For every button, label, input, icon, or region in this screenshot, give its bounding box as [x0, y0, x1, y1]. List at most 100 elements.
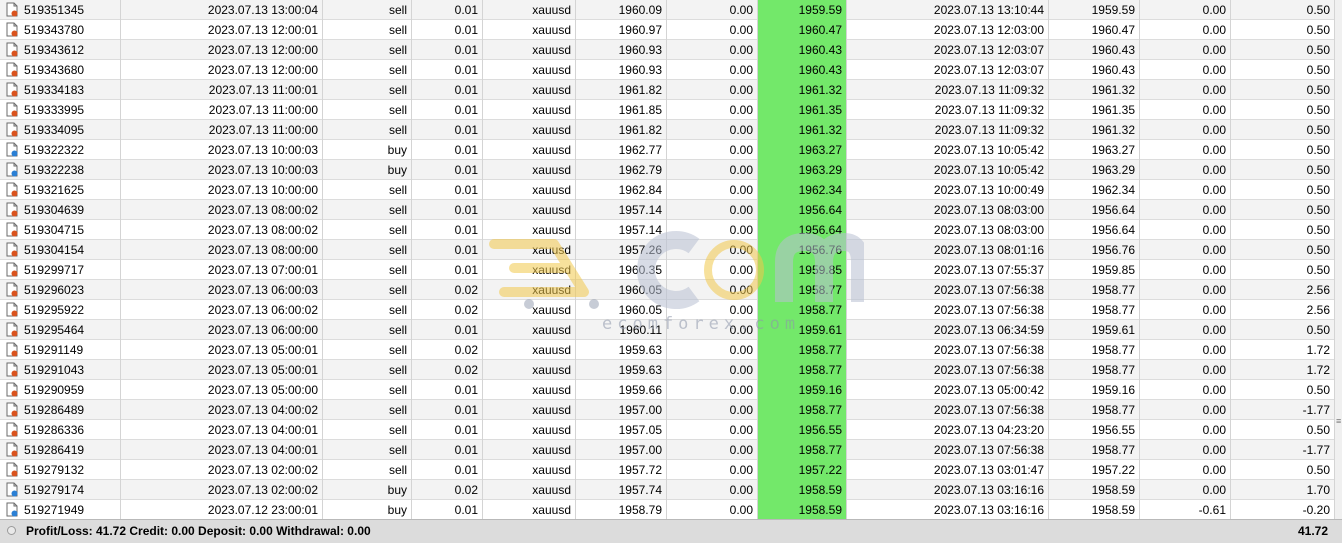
profit-cell: 0.50 — [1306, 243, 1330, 257]
swap-cell: 0.00 — [1140, 240, 1231, 260]
open-price-cell: 1957.00 — [576, 440, 667, 460]
table-row[interactable]: 519343612 2023.07.13 12:00:00 sell 0.01 xauu… — [0, 40, 1342, 60]
open-price-cell: 1957.05 — [576, 420, 667, 440]
size-cell: 0.01 — [412, 500, 483, 520]
type-cell: sell — [323, 300, 412, 320]
ticket-cell: 519334095 — [0, 120, 121, 140]
table-row[interactable]: 519304154 2023.07.13 08:00:00 sell 0.01 xauu… — [0, 240, 1342, 260]
open-price-cell: 1962.84 — [576, 180, 667, 200]
table-row[interactable]: 519343680 2023.07.13 12:00:00 sell 0.01 xauu… — [0, 60, 1342, 80]
swap-cell: 0.00 — [1140, 460, 1231, 480]
table-row[interactable]: 519290959 2023.07.13 05:00:00 sell 0.01 xauu… — [0, 380, 1342, 400]
open-time-cell: 2023.07.13 08:00:02 — [121, 200, 323, 220]
open-time-cell: 2023.07.13 07:00:01 — [121, 260, 323, 280]
ticket-cell: 519304639 — [0, 200, 121, 220]
symbol-cell: xauusd — [483, 0, 576, 20]
table-row[interactable]: 519334095 2023.07.13 11:00:00 sell 0.01 xauu… — [0, 120, 1342, 140]
open-time-cell: 2023.07.13 04:00:02 — [121, 400, 323, 420]
take-profit-cell: 1956.64 — [758, 200, 847, 220]
profit-cell: 0.50 — [1306, 383, 1330, 397]
scrollbar-grip-icon[interactable]: ≡ — [1336, 416, 1342, 426]
close-price-cell: 1958.77 — [1049, 440, 1140, 460]
stop-loss-cell: 0.00 — [667, 500, 758, 520]
table-row[interactable]: 519322322 2023.07.13 10:00:03 buy 0.01 xauus… — [0, 140, 1342, 160]
ticket-cell: 519304154 — [0, 240, 121, 260]
close-time-cell: 2023.07.13 05:00:42 — [847, 380, 1049, 400]
profit-cell: 0.50 — [1306, 3, 1330, 17]
table-row[interactable]: 519286336 2023.07.13 04:00:01 sell 0.01 xauu… — [0, 420, 1342, 440]
table-row[interactable]: 519351345 2023.07.13 13:00:04 sell 0.01 xauu… — [0, 0, 1342, 20]
table-row[interactable]: 519286489 2023.07.13 04:00:02 sell 0.01 xauu… — [0, 400, 1342, 420]
symbol-cell: xauusd — [483, 300, 576, 320]
table-row[interactable]: 519291149 2023.07.13 05:00:01 sell 0.02 xauu… — [0, 340, 1342, 360]
table-row[interactable]: 519334183 2023.07.13 11:00:01 sell 0.01 xauu… — [0, 80, 1342, 100]
take-profit-cell: 1961.32 — [758, 80, 847, 100]
ticket-cell: 519295464 — [0, 320, 121, 340]
stop-loss-cell: 0.00 — [667, 460, 758, 480]
close-price-cell: 1956.64 — [1049, 200, 1140, 220]
table-row[interactable]: 519321625 2023.07.13 10:00:00 sell 0.01 xauu… — [0, 180, 1342, 200]
swap-cell: 0.00 — [1140, 180, 1231, 200]
take-profit-cell: 1959.85 — [758, 260, 847, 280]
swap-cell: 0.00 — [1140, 0, 1231, 20]
total-profit: 41.72 — [1297, 524, 1328, 538]
table-row[interactable]: 519322238 2023.07.13 10:00:03 buy 0.01 xauus… — [0, 160, 1342, 180]
type-cell: sell — [323, 120, 412, 140]
symbol-cell: xauusd — [483, 400, 576, 420]
open-price-cell: 1960.11 — [576, 320, 667, 340]
size-cell: 0.01 — [412, 40, 483, 60]
stop-loss-cell: 0.00 — [667, 40, 758, 60]
close-time-cell: 2023.07.13 13:10:44 — [847, 0, 1049, 20]
swap-cell: 0.00 — [1140, 320, 1231, 340]
open-price-cell: 1960.35 — [576, 260, 667, 280]
table-row[interactable]: 519304639 2023.07.13 08:00:02 sell 0.01 xauu… — [0, 200, 1342, 220]
open-time-cell: 2023.07.13 13:00:04 — [121, 0, 323, 20]
ticket-cell: 519304715 — [0, 220, 121, 240]
close-time-cell: 2023.07.13 07:56:38 — [847, 440, 1049, 460]
table-row[interactable]: 519295922 2023.07.13 06:00:02 sell 0.02 xauu… — [0, 300, 1342, 320]
type-cell: sell — [323, 100, 412, 120]
vertical-scrollbar[interactable]: ≡ — [1334, 0, 1342, 520]
table-row[interactable]: 519299717 2023.07.13 07:00:01 sell 0.01 xauu… — [0, 260, 1342, 280]
status-footer: Profit/Loss: 41.72 Credit: 0.00 Deposit:… — [0, 519, 1342, 543]
take-profit-cell: 1958.59 — [758, 480, 847, 500]
table-row[interactable]: 519291043 2023.07.13 05:00:01 sell 0.02 xauu… — [0, 360, 1342, 380]
swap-cell: 0.00 — [1140, 340, 1231, 360]
table-row[interactable]: 519333995 2023.07.13 11:00:00 sell 0.01 xauu… — [0, 100, 1342, 120]
close-time-cell: 2023.07.13 07:56:38 — [847, 400, 1049, 420]
table-row[interactable]: 519295464 2023.07.13 06:00:00 sell 0.01 xauu… — [0, 320, 1342, 340]
take-profit-cell: 1956.55 — [758, 420, 847, 440]
type-cell: sell — [323, 400, 412, 420]
take-profit-cell: 1960.43 — [758, 40, 847, 60]
open-price-cell: 1960.05 — [576, 300, 667, 320]
open-price-cell: 1957.14 — [576, 220, 667, 240]
close-price-cell: 1960.43 — [1049, 40, 1140, 60]
swap-cell: 0.00 — [1140, 160, 1231, 180]
profit-cell: 0.50 — [1306, 463, 1330, 477]
table-row[interactable]: 519279132 2023.07.13 02:00:02 sell 0.01 xauu… — [0, 460, 1342, 480]
take-profit-cell: 1958.77 — [758, 440, 847, 460]
table-row[interactable]: 519304715 2023.07.13 08:00:02 sell 0.01 xauu… — [0, 220, 1342, 240]
ticket-cell: 519351345 — [0, 0, 121, 20]
stop-loss-cell: 0.00 — [667, 220, 758, 240]
stop-loss-cell: 0.00 — [667, 200, 758, 220]
symbol-cell: xauusd — [483, 80, 576, 100]
table-row[interactable]: 519271949 2023.07.12 23:00:01 buy 0.01 xauus… — [0, 500, 1342, 520]
profit-cell: 0.50 — [1306, 203, 1330, 217]
stop-loss-cell: 0.00 — [667, 480, 758, 500]
table-row[interactable]: 519286419 2023.07.13 04:00:01 sell 0.01 xauu… — [0, 440, 1342, 460]
symbol-cell: xauusd — [483, 420, 576, 440]
open-time-cell: 2023.07.13 12:00:00 — [121, 60, 323, 80]
type-cell: buy — [323, 480, 412, 500]
take-profit-cell: 1962.34 — [758, 180, 847, 200]
swap-cell: 0.00 — [1140, 420, 1231, 440]
type-cell: sell — [323, 200, 412, 220]
table-row[interactable]: 519279174 2023.07.13 02:00:02 buy 0.02 xauus… — [0, 480, 1342, 500]
size-cell: 0.01 — [412, 140, 483, 160]
symbol-cell: xauusd — [483, 440, 576, 460]
ticket-cell: 519286419 — [0, 440, 121, 460]
open-price-cell: 1961.82 — [576, 80, 667, 100]
table-row[interactable]: 519296023 2023.07.13 06:00:03 sell 0.02 xauu… — [0, 280, 1342, 300]
swap-cell: 0.00 — [1140, 400, 1231, 420]
table-row[interactable]: 519343780 2023.07.13 12:00:01 sell 0.01 xauu… — [0, 20, 1342, 40]
